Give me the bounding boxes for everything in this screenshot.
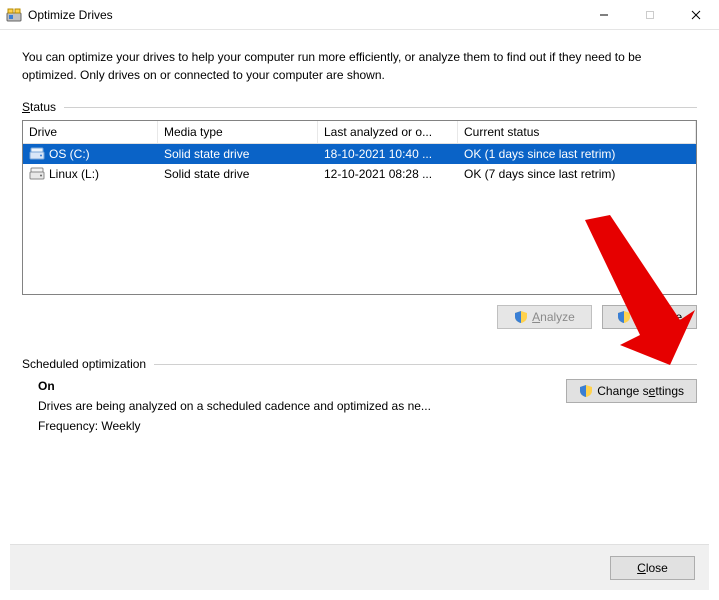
drive-name: OS (C:) bbox=[49, 147, 90, 161]
drive-icon bbox=[29, 147, 45, 161]
schedule-on-label: On bbox=[38, 379, 546, 393]
schedule-frequency: Frequency: Weekly bbox=[38, 419, 546, 433]
drives-table[interactable]: Drive Media type Last analyzed or o... C… bbox=[22, 120, 697, 295]
dialog-footer: Close bbox=[10, 544, 709, 590]
minimize-button[interactable] bbox=[581, 0, 627, 30]
drive-name: Linux (L:) bbox=[49, 167, 99, 181]
shield-icon bbox=[514, 310, 528, 324]
close-button[interactable]: Close bbox=[610, 556, 695, 580]
shield-icon bbox=[579, 384, 593, 398]
app-icon bbox=[6, 7, 22, 23]
column-last[interactable]: Last analyzed or o... bbox=[318, 121, 458, 143]
change-settings-button[interactable]: Change settings bbox=[566, 379, 697, 403]
drive-last: 12-10-2021 08:28 ... bbox=[318, 165, 458, 183]
status-section-label: Status bbox=[22, 100, 697, 114]
column-media[interactable]: Media type bbox=[158, 121, 318, 143]
table-row[interactable]: Linux (L:) Solid state drive 12-10-2021 … bbox=[23, 164, 696, 184]
window-title: Optimize Drives bbox=[28, 8, 113, 22]
column-drive[interactable]: Drive bbox=[23, 121, 158, 143]
drive-media: Solid state drive bbox=[158, 165, 318, 183]
close-window-button[interactable] bbox=[673, 0, 719, 30]
column-status[interactable]: Current status bbox=[458, 121, 696, 143]
analyze-button: Analyze bbox=[497, 305, 592, 329]
shield-icon bbox=[617, 310, 631, 324]
table-header: Drive Media type Last analyzed or o... C… bbox=[23, 121, 696, 144]
titlebar: Optimize Drives bbox=[0, 0, 719, 30]
description-text: You can optimize your drives to help you… bbox=[22, 48, 697, 84]
maximize-button bbox=[627, 0, 673, 30]
drive-media: Solid state drive bbox=[158, 145, 318, 163]
drive-status: OK (7 days since last retrim) bbox=[458, 165, 696, 183]
drive-last: 18-10-2021 10:40 ... bbox=[318, 145, 458, 163]
schedule-desc: Drives are being analyzed on a scheduled… bbox=[38, 399, 546, 413]
table-row[interactable]: OS (C:) Solid state drive 18-10-2021 10:… bbox=[23, 144, 696, 164]
drive-icon bbox=[29, 167, 45, 181]
optimize-button[interactable]: Optimize bbox=[602, 305, 697, 329]
drive-status: OK (1 days since last retrim) bbox=[458, 145, 696, 163]
schedule-section-label: Scheduled optimization bbox=[22, 357, 697, 371]
